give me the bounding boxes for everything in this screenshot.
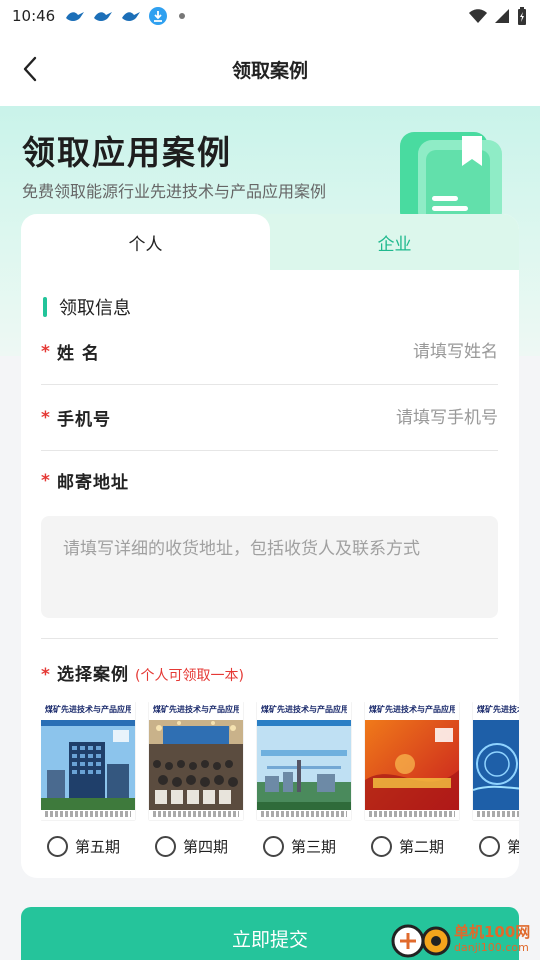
cases-list: 煤矿先进技术与产品应用案例 第五期 煤矿先进技术与产品应用案例 xyxy=(41,702,519,862)
case-radio[interactable] xyxy=(479,836,500,857)
phone-label: 手机号 xyxy=(57,410,111,430)
dot-icon xyxy=(179,13,186,19)
cases-label: 选择案例 xyxy=(57,665,129,685)
chevron-left-icon xyxy=(23,56,37,82)
bird-icon xyxy=(122,12,141,21)
status-time: 10:46 xyxy=(12,7,56,25)
bird-icon xyxy=(94,12,113,21)
case-label: 第四期 xyxy=(183,838,229,856)
watermark-logo-icon xyxy=(391,924,451,958)
case-cover-title: 煤矿先进技术与产品应用案例 xyxy=(153,704,239,714)
address-textarea[interactable] xyxy=(41,516,498,618)
required-mark: * xyxy=(41,665,50,685)
address-label-row: * 邮寄地址 xyxy=(41,468,129,494)
hero-title: 领取应用案例 xyxy=(22,133,232,172)
case-item-2[interactable]: 煤矿先进技术与产品应用案例 第二期 xyxy=(365,702,461,862)
required-mark: * xyxy=(41,470,50,491)
watermark-sub: danji100.com xyxy=(454,941,529,954)
cover-image-industrial-site xyxy=(257,720,351,810)
back-button[interactable] xyxy=(14,52,46,86)
cases-note: (个人可领取一本) xyxy=(135,668,244,684)
case-cover: 煤矿先进技术与产品应用案例 xyxy=(473,702,519,820)
case-cover-title: 煤矿先进技术与产品应用案例 xyxy=(261,704,347,714)
case-item-1[interactable]: 煤矿先进技术与产品应用案例 第一期 xyxy=(473,702,519,862)
address-label: 邮寄地址 xyxy=(57,473,129,493)
cover-image-conference-hall xyxy=(149,720,243,810)
status-notification-icons xyxy=(65,7,186,25)
watermark: 单机100网 danji100.com xyxy=(390,918,540,960)
hero-subtitle: 免费领取能源行业先进技术与产品应用案例 xyxy=(22,182,327,201)
case-item-5[interactable]: 煤矿先进技术与产品应用案例 第五期 xyxy=(41,702,137,862)
case-item-3[interactable]: 煤矿先进技术与产品应用案例 第三期 xyxy=(257,702,353,862)
required-mark: * xyxy=(41,407,50,428)
case-label: 第一期 xyxy=(507,838,519,856)
bird-icon xyxy=(66,12,85,21)
watermark-main: 单机100网 xyxy=(454,923,531,941)
tab-company[interactable]: 企业 xyxy=(270,214,519,270)
case-item-4[interactable]: 煤矿先进技术与产品应用案例 第四期 xyxy=(149,702,245,862)
cover-footer xyxy=(153,811,239,817)
section-accent-bar xyxy=(43,297,47,317)
cover-footer xyxy=(261,811,347,817)
case-cover-title: 煤矿先进技术与产品应用案例 xyxy=(45,704,131,714)
case-cover-title: 煤矿先进技术与产品应用案例 xyxy=(369,704,455,714)
watermark-text: 单机100网 danji100.com xyxy=(454,923,530,955)
case-radio[interactable] xyxy=(371,836,392,857)
required-mark: * xyxy=(41,341,50,362)
cover-footer xyxy=(369,811,455,817)
book-icon xyxy=(400,132,502,226)
tab-bar: 个人 企业 xyxy=(21,214,519,270)
case-cover: 煤矿先进技术与产品应用案例 xyxy=(257,702,351,820)
battery-icon xyxy=(518,7,526,25)
case-radio[interactable] xyxy=(263,836,284,857)
case-radio[interactable] xyxy=(47,836,68,857)
cover-image-office-building xyxy=(41,720,135,810)
case-label: 第五期 xyxy=(75,838,121,856)
status-system-icons xyxy=(468,6,528,26)
section-header: 领取信息 xyxy=(43,294,131,320)
form-card: 个人 企业 领取信息 * 姓 名 * 手机号 * 邮寄地址 * 选择案例 (个人… xyxy=(21,214,519,878)
cover-image-blue-tech xyxy=(473,720,519,810)
download-icon xyxy=(149,7,168,25)
tab-personal[interactable]: 个人 xyxy=(21,214,270,270)
divider xyxy=(41,638,498,639)
status-bar: 10:46 xyxy=(0,0,540,32)
section-title: 领取信息 xyxy=(59,298,131,319)
name-row: * 姓 名 xyxy=(41,319,498,385)
wifi-icon xyxy=(469,9,487,23)
cover-image-red-abstract xyxy=(365,720,459,810)
case-label: 第三期 xyxy=(291,838,337,856)
case-cover: 煤矿先进技术与产品应用案例 xyxy=(365,702,459,820)
phone-row: * 手机号 xyxy=(41,385,498,451)
name-label: 姓 名 xyxy=(57,344,100,364)
case-cover-title: 煤矿先进技术与产品应用案例 xyxy=(477,704,519,714)
case-label: 第二期 xyxy=(399,838,445,856)
nav-bar: 领取案例 xyxy=(0,32,540,106)
cases-header: * 选择案例 (个人可领取一本) xyxy=(41,660,244,685)
cover-footer xyxy=(45,811,131,817)
case-cover: 煤矿先进技术与产品应用案例 xyxy=(149,702,243,820)
name-input[interactable] xyxy=(278,341,498,362)
case-cover: 煤矿先进技术与产品应用案例 xyxy=(41,702,135,820)
phone-input[interactable] xyxy=(278,407,498,428)
cover-footer xyxy=(477,811,519,817)
page-title: 领取案例 xyxy=(231,59,308,82)
case-radio[interactable] xyxy=(155,836,176,857)
signal-icon xyxy=(495,9,509,23)
